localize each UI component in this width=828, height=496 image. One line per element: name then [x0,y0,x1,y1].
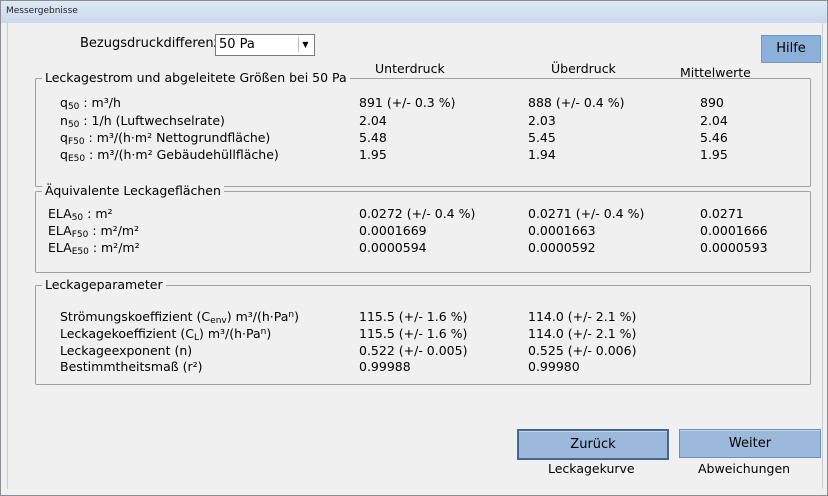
param-unit-end: ) [266,326,272,341]
next-button[interactable]: Weiter [679,429,821,458]
leckagestrom-ueberdruck-value: 2.03 [528,113,556,128]
row-symbol: q [60,147,68,162]
leckagestrom-ueberdruck-value: 5.45 [528,130,556,145]
param-row-label: Strömungskoeffizient (Cenv) m³/(h·Pan) [60,309,299,326]
row-unit: : m³/(h·m² Nettogrundfläche) [84,130,271,145]
ela-row-label: ELAF50 : m²/m² [48,223,139,240]
bezug-select[interactable]: 50 Pa ▼ [215,34,315,56]
col-header-ueberdruck: Überdruck [551,61,616,76]
param-row-label: Leckageexponent (n) [60,343,192,360]
leckagestrom-legend: Leckagestrom und abgeleitete Größen bei … [42,70,350,85]
ela-legend: Äquivalente Leckageflächen [42,183,224,198]
leckagestrom-row-label: qE50 : m³/(h·m² Gebäudehüllfläche) [60,147,279,164]
abweichungen-link[interactable]: Abweichungen [698,461,790,476]
param-name: Leckagekoeffizient (C [60,326,194,341]
help-button[interactable]: Hilfe [761,35,821,63]
row-symbol-subscript: 50 [67,120,80,130]
messergebnisse-window: Messergebnisse Bezugsdruckdifferenz 50 P… [0,0,828,496]
param-unterdruck-value: 0.99988 [359,359,411,374]
ela-row-label: ELA50 : m² [48,206,113,223]
row-unit: : m² [83,206,113,221]
ela-ueberdruck-value: 0.0271 (+/- 0.4 %) [528,206,645,221]
row-symbol-subscript: F50 [71,230,89,240]
title-bar: Messergebnisse [1,1,827,23]
row-unit: : 1/h (Luftwechselrate) [79,113,225,128]
param-unit: ) m³/(h·Pa [226,309,289,324]
row-symbol-subscript: E50 [67,154,86,164]
ela-ueberdruck-value: 0.0001663 [528,223,596,238]
param-unterdruck-value: 115.5 (+/- 1.6 %) [359,326,468,341]
leckagestrom-row-label: qF50 : m³/(h·m² Nettogrundfläche) [60,130,270,147]
param-ueberdruck-value: 114.0 (+/- 2.1 %) [528,309,637,324]
bezug-select-value: 50 Pa [219,37,255,52]
back-button[interactable]: Zurück [517,429,669,460]
param-name: Strömungskoeffizient (C [60,309,211,324]
col-header-unterdruck: Unterdruck [375,61,445,76]
row-symbol-subscript: F50 [67,137,85,147]
row-unit: : m²/m² [88,223,140,238]
param-subscript: env [210,316,227,326]
ela-unterdruck-value: 0.0001669 [359,223,427,238]
chevron-down-icon[interactable]: ▼ [298,37,312,52]
ela-mittelwert-value: 0.0001666 [700,223,768,238]
row-symbol-subscript: E50 [71,247,89,257]
param-name: Leckageexponent (n) [60,343,193,358]
param-row-label: Bestimmtheitsmaß (r²) [60,359,203,376]
param-legend: Leckageparameter [42,277,166,292]
bezug-label: Bezugsdruckdifferenz [80,36,221,51]
param-unterdruck-value: 0.522 (+/- 0.005) [359,343,468,358]
param-unit: ) m³/(h·Pa [198,326,261,341]
leckagekurve-link[interactable]: Leckagekurve [548,461,635,476]
row-symbol-subscript: 50 [67,102,80,112]
leckagestrom-mittelwert-value: 2.04 [700,113,728,128]
ela-mittelwert-value: 0.0000593 [700,240,768,255]
param-row-label: Leckagekoeffizient (CL) m³/(h·Pan) [60,326,271,343]
leckagestrom-ueberdruck-value: 888 (+/- 0.4 %) [528,95,625,110]
row-unit: : m³/(h·m² Gebäudehüllfläche) [85,147,279,162]
param-name: Bestimmtheitsmaß (r²) [60,359,203,374]
row-symbol: n [60,113,68,128]
leckagestrom-mittelwert-value: 5.46 [700,130,728,145]
leckagestrom-row-label: q50 : m³/h [60,95,121,112]
leckagestrom-unterdruck-value: 2.04 [359,113,387,128]
param-ueberdruck-value: 0.525 (+/- 0.006) [528,343,637,358]
ela-mittelwert-value: 0.0271 [700,206,744,221]
row-symbol: q [60,130,68,145]
param-unit-end: ) [294,309,300,324]
ela-ueberdruck-value: 0.0000592 [528,240,596,255]
row-symbol: ELA [48,240,72,255]
row-symbol: ELA [48,206,72,221]
window-title: Messergebnisse [6,6,78,16]
leckagestrom-unterdruck-value: 891 (+/- 0.3 %) [359,95,456,110]
ela-row-label: ELAE50 : m²/m² [48,240,140,257]
row-symbol-subscript: 50 [71,213,84,223]
leckagestrom-mittelwert-value: 890 [700,95,724,110]
leckagestrom-unterdruck-value: 1.95 [359,147,387,162]
row-symbol: q [60,95,68,110]
leckagestrom-mittelwert-value: 1.95 [700,147,728,162]
leckagestrom-unterdruck-value: 5.48 [359,130,387,145]
ela-unterdruck-value: 0.0272 (+/- 0.4 %) [359,206,476,221]
param-ueberdruck-value: 114.0 (+/- 2.1 %) [528,326,637,341]
row-unit: : m²/m² [88,240,140,255]
param-unterdruck-value: 115.5 (+/- 1.6 %) [359,309,468,324]
client-area: Bezugsdruckdifferenz 50 Pa ▼ Hilfe Unter… [7,23,823,489]
ela-unterdruck-value: 0.0000594 [359,240,427,255]
param-ueberdruck-value: 0.99980 [528,359,580,374]
row-symbol: ELA [48,223,72,238]
leckagestrom-row-label: n50 : 1/h (Luftwechselrate) [60,113,225,130]
row-unit: : m³/h [79,95,121,110]
leckagestrom-ueberdruck-value: 1.94 [528,147,556,162]
